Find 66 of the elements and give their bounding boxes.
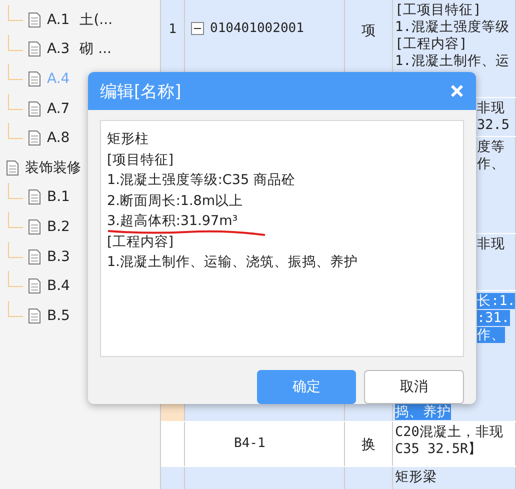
document-icon (28, 248, 41, 265)
text-line: 3.超高体积:31.97m³ (107, 212, 239, 231)
row-number: 1 (168, 22, 176, 39)
content-text: 1.混凝土强度等级 (395, 19, 510, 35)
content-text: C35 32.5R】 (395, 441, 482, 457)
content-text: 作、 (477, 327, 505, 343)
text-line: 1.混凝土制作、运输、浇筑、振捣、养护 (107, 253, 359, 272)
close-button[interactable] (450, 84, 464, 98)
tree-line (8, 300, 23, 317)
text-line: [项目特征] (107, 150, 175, 170)
tree-item-code[interactable]: B.3 (47, 248, 70, 265)
document-icon (28, 70, 41, 87)
text-area[interactable]: 矩形柱 [项目特征] 1.混凝土强度等级:C35 商品砼 2.断面周长:1.8m以上 3.超高体积:31.97m³ [工程内容] 1.混凝土制作、运输、浇筑、振捣、养护 (100, 120, 464, 357)
cancel-button[interactable]: 取消 (364, 370, 464, 404)
content-text: :31. (477, 310, 510, 326)
content-text: 长:1. (477, 293, 515, 309)
content-text: [工程内容] (395, 36, 468, 52)
document-icon (28, 189, 41, 206)
text-line: 1.混凝土强度等级:C35 商品砼 (107, 171, 296, 190)
code-text: 010401002001 (210, 21, 304, 38)
tree-line (8, 5, 23, 21)
tree-line (8, 94, 23, 110)
document-icon (6, 160, 19, 176)
tree-line (8, 64, 23, 80)
code-text: B4-1 (234, 436, 266, 453)
tree-item-name: 土(... (80, 10, 113, 29)
content-text: C20混凝土，非现 (395, 424, 504, 440)
tree-line (8, 34, 23, 51)
tree-item-code[interactable]: A.1 (47, 12, 70, 28)
content-text: [工项目特征] (395, 2, 482, 18)
tree-item-code[interactable]: A.7 (47, 100, 70, 117)
unit-text: 项 (362, 22, 376, 41)
content-text: 度等 (477, 139, 505, 155)
document-icon (28, 12, 41, 28)
text-line: 2.断面周长:1.8m以上 (107, 192, 244, 210)
tree-line (8, 242, 23, 258)
document-icon (28, 41, 41, 58)
document-icon (28, 130, 41, 146)
tree-line (8, 182, 23, 199)
tree-item-code[interactable]: B.4 (47, 278, 70, 294)
content-text: 1.混凝土制作、运 (395, 53, 510, 69)
collapse-button[interactable] (191, 22, 204, 35)
content-text: 32.5 (477, 117, 510, 133)
unit-text: 换 (362, 436, 376, 455)
text-line: [工程内容] (107, 232, 175, 252)
tree-group-label[interactable]: 装饰装修 (25, 158, 81, 177)
text-line: 矩形柱 (107, 130, 150, 149)
content-text: 作、 (477, 156, 505, 172)
document-icon (28, 278, 41, 294)
tree-item-code[interactable]: B.2 (47, 218, 70, 235)
tree-line (8, 123, 23, 140)
content-text: 捣、养护 (395, 404, 451, 420)
content-text: 非现 (477, 236, 505, 252)
document-icon (28, 308, 41, 324)
tree-item-code[interactable]: A.8 (47, 130, 70, 146)
document-icon (28, 100, 41, 117)
tree-line (8, 212, 23, 228)
content-text: 矩形梁 (395, 469, 437, 485)
document-icon (28, 218, 41, 235)
content-text: 非现 (477, 100, 505, 116)
tree-item-name: 砌 ... (80, 40, 112, 58)
tree-item-code[interactable]: A.3 (47, 41, 70, 58)
dialog-title: 编辑[名称] (100, 80, 182, 102)
tree-item-code[interactable]: B.1 (47, 189, 70, 206)
tree-item-code[interactable]: B.5 (47, 308, 70, 324)
tree-line (8, 271, 23, 288)
